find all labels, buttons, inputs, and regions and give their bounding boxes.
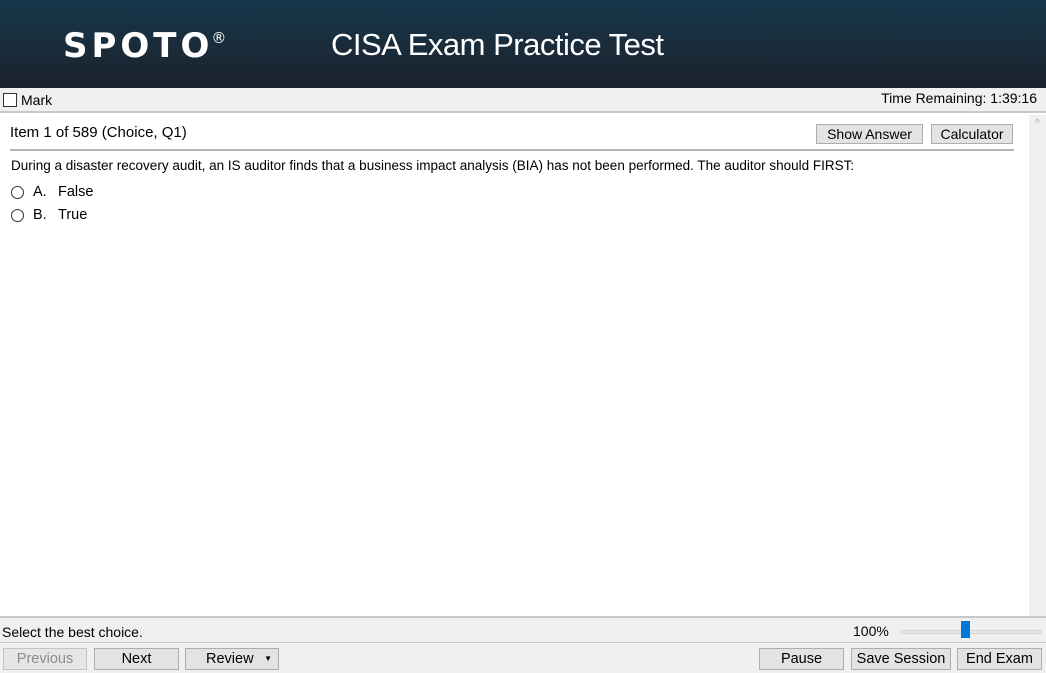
dropdown-caret-icon[interactable]: ▼ — [264, 649, 272, 669]
radio-button[interactable] — [11, 185, 24, 199]
show-answer-button[interactable]: Show Answer — [816, 124, 923, 144]
time-remaining: Time Remaining: 1:39:16 — [881, 90, 1037, 106]
chevron-up-icon[interactable]: ^ — [1029, 117, 1046, 131]
checkbox-icon[interactable] — [3, 93, 17, 107]
item-title: Item 1 of 589 (Choice, Q1) — [10, 124, 187, 141]
next-button[interactable]: Next — [94, 648, 179, 670]
spoto-logo: SPOTO® — [63, 26, 228, 66]
question-panel: Item 1 of 589 (Choice, Q1) Show Answer C… — [0, 115, 1029, 616]
vertical-scrollbar[interactable]: ^ — [1029, 115, 1046, 616]
option-text: False — [58, 184, 94, 200]
previous-button[interactable]: Previous — [3, 648, 87, 670]
question-text: During a disaster recovery audit, an IS … — [11, 158, 855, 173]
app-title: CISA Exam Practice Test — [331, 27, 664, 62]
zoom-slider-thumb[interactable] — [961, 621, 971, 638]
calculator-button[interactable]: Calculator — [931, 124, 1013, 144]
registered-mark: ® — [211, 29, 227, 47]
logo-text: SPOTO — [63, 26, 214, 66]
zoom-level: 100% — [853, 623, 889, 639]
divider — [10, 149, 1014, 151]
radio-button[interactable] — [11, 208, 24, 222]
mark-label: Mark — [21, 92, 53, 108]
status-bar: Select the best choice. 100% — [0, 616, 1046, 643]
zoom-slider-track[interactable] — [901, 630, 1041, 634]
instruction-text: Select the best choice. — [2, 624, 143, 640]
mark-checkbox[interactable]: Mark — [3, 92, 52, 108]
option-letter: A. — [33, 184, 47, 200]
save-session-button[interactable]: Save Session — [851, 648, 951, 670]
option-b[interactable]: B. True — [11, 207, 87, 223]
option-letter: B. — [33, 207, 47, 223]
review-button[interactable]: Review ▼ — [185, 648, 279, 670]
option-text: True — [58, 207, 88, 223]
mark-bar: Mark Time Remaining: 1:39:16 — [0, 88, 1046, 113]
option-a[interactable]: A. False — [11, 184, 93, 200]
pause-button[interactable]: Pause — [759, 648, 844, 670]
app-header: SPOTO® CISA Exam Practice Test — [0, 0, 1046, 88]
end-exam-button[interactable]: End Exam — [957, 648, 1042, 670]
review-label: Review — [206, 651, 254, 667]
navigation-bar: Previous Next Review ▼ Pause Save Sessio… — [0, 643, 1046, 673]
